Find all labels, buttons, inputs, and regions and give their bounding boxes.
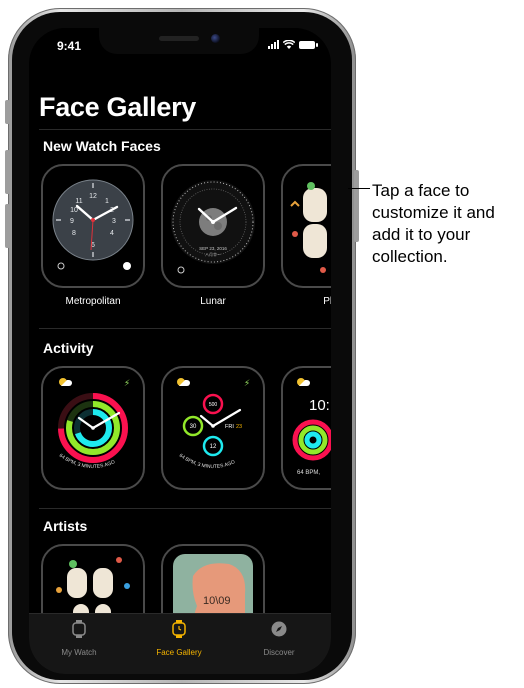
- status-icons: [268, 40, 318, 49]
- battery-icon: [299, 41, 318, 49]
- svg-text:FRI: FRI: [225, 424, 234, 430]
- cellular-signal-icon: [268, 40, 279, 49]
- activity-analog-face-art: ⚡ 64 BPM, 3 MINUTES AGO: [58, 378, 130, 470]
- activity-faces-row: ⚡ 64 BPM, 3 MINUTES AGO ⚡ 500 30 12 FRI …: [41, 366, 331, 496]
- speaker: [159, 36, 199, 41]
- compass-icon: [271, 621, 287, 637]
- tab-bar: My Watch Face Gallery Discover: [29, 613, 331, 674]
- power-button: [354, 170, 359, 242]
- status-time: 9:41: [57, 39, 82, 53]
- page-title: Face Gallery: [39, 92, 197, 122]
- svg-text:10:: 10:: [309, 397, 330, 414]
- metropolitan-face-art: 12369 124 11108: [52, 179, 134, 270]
- wifi-icon: [283, 40, 295, 49]
- section-title-new-watch-faces: New Watch Faces: [43, 138, 161, 154]
- face-metropolitan[interactable]: 12369 124 11108: [41, 164, 145, 288]
- face-activity-analog[interactable]: ⚡ 64 BPM, 3 MINUTES AGO: [41, 366, 145, 490]
- infograph-face-art: ⚡ 500 30 12 FRI 23 64 BPM, 3 MINUTES AGO: [177, 378, 250, 470]
- play-face-art: [290, 182, 327, 273]
- svg-text:23: 23: [236, 424, 242, 430]
- svg-text:12: 12: [210, 444, 217, 450]
- front-camera: [211, 34, 220, 43]
- svg-text:64 BPM,: 64 BPM,: [297, 470, 320, 476]
- svg-text:10: 10: [70, 207, 78, 214]
- svg-text:八月廿一: 八月廿一: [205, 251, 221, 257]
- svg-text:⚡: ⚡: [124, 379, 130, 389]
- face-label-lunar: Lunar: [200, 296, 226, 307]
- svg-text:SEP 23, 2016: SEP 23, 2016: [199, 246, 227, 251]
- watch-icon: [72, 620, 86, 638]
- face-activity-digital[interactable]: 10: 64 BPM,: [281, 366, 331, 490]
- svg-text:11: 11: [75, 198, 82, 205]
- svg-text:9: 9: [70, 218, 74, 225]
- svg-text:64 BPM, 3 MINUTES AGO: 64 BPM, 3 MINUTES AGO: [178, 453, 236, 470]
- divider: [39, 129, 331, 130]
- section-title-artists: Artists: [43, 518, 88, 534]
- svg-text:500: 500: [209, 402, 218, 408]
- callout-line: [348, 188, 370, 189]
- section-title-activity: Activity: [43, 340, 94, 356]
- tab-discover[interactable]: Discover: [229, 620, 329, 660]
- tab-label-face-gallery: Face Gallery: [156, 648, 202, 657]
- tab-label-discover: Discover: [263, 648, 295, 657]
- lunar-face-art: SEP 23, 2016 八月廿一: [171, 180, 255, 274]
- volume-down-button: [5, 204, 10, 248]
- activity-digital-face-art: 10: 64 BPM,: [292, 378, 331, 476]
- face-label-play: Play: [323, 296, 331, 307]
- face-label-metropolitan: Metropolitan: [65, 296, 121, 307]
- phone-screen: 9:41 Face Gallery New Watch Faces 12 3 6…: [29, 28, 331, 674]
- new-faces-row: 12369 124 11108 SEP 23, 20: [41, 164, 331, 294]
- svg-text:⚡: ⚡: [244, 379, 250, 389]
- face-lunar[interactable]: SEP 23, 2016 八月廿一: [161, 164, 265, 288]
- svg-text:3: 3: [112, 218, 116, 225]
- svg-text:1: 1: [105, 198, 109, 205]
- svg-text:8: 8: [72, 230, 76, 237]
- svg-text:30: 30: [190, 424, 197, 430]
- silent-switch: [5, 100, 10, 124]
- svg-text:10\09: 10\09: [203, 595, 231, 607]
- face-gallery-icon: [172, 620, 186, 638]
- face-activity-infograph[interactable]: ⚡ 500 30 12 FRI 23 64 BPM, 3 MINUTES AGO: [161, 366, 265, 490]
- tab-face-gallery[interactable]: Face Gallery: [129, 620, 229, 660]
- notch: [99, 28, 259, 54]
- divider: [39, 328, 331, 329]
- svg-text:4: 4: [110, 230, 114, 237]
- svg-text:12: 12: [89, 193, 97, 200]
- tab-my-watch[interactable]: My Watch: [29, 620, 129, 660]
- tab-label-my-watch: My Watch: [61, 648, 97, 657]
- volume-up-button: [5, 150, 10, 194]
- divider: [39, 508, 331, 509]
- callout-text: Tap a face to customize it and add it to…: [372, 181, 495, 266]
- face-play[interactable]: [281, 164, 331, 288]
